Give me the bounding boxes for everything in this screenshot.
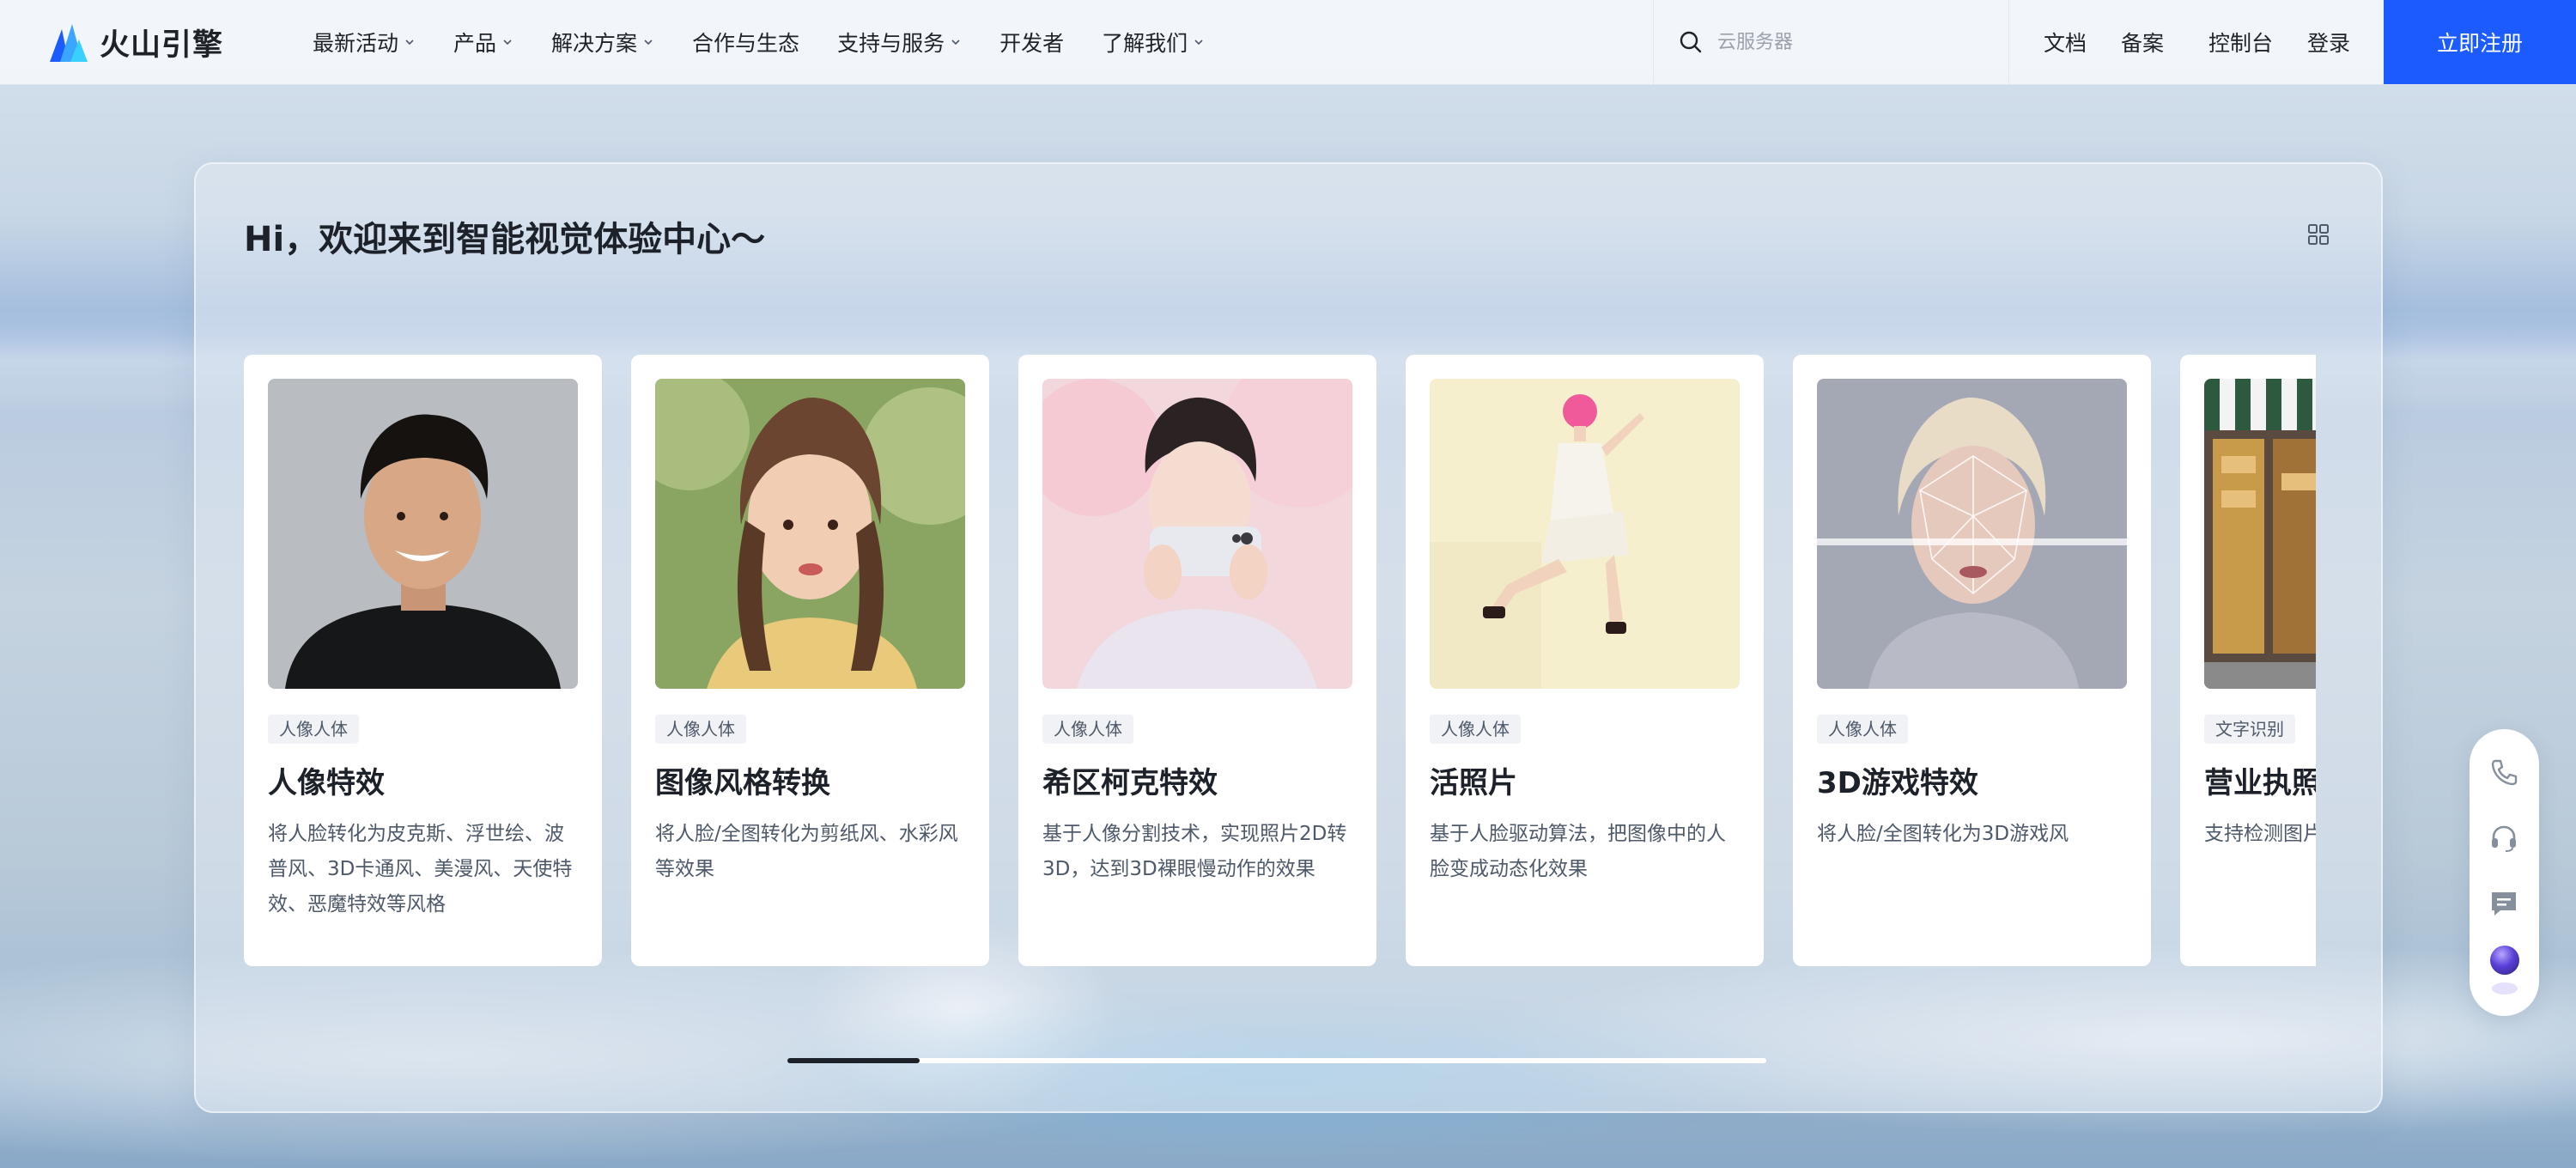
nav-item-developers[interactable]: 开发者	[999, 27, 1064, 58]
top-navigation-bar: 火山引擎 最新活动 产品 解决方案 合作与生态 支持与服务 开发者 了解我们 云…	[0, 0, 2576, 85]
phone-button[interactable]	[2487, 755, 2521, 789]
card-image	[1817, 379, 2127, 689]
card-description: 基于人脸驱动算法，把图像中的人脸变成动态化效果	[1430, 823, 1726, 880]
card-description: 将人脸/全图转化为剪纸风、水彩风等效果	[655, 823, 958, 880]
card-track: 人像人体 人像特效 将人脸转化为皮克斯、浮世绘、波普风、3D卡通风、美漫风、天使…	[244, 355, 2316, 966]
card-title: 3D游戏特效	[1817, 766, 1978, 800]
brand-logo[interactable]: 火山引擎	[48, 14, 223, 70]
message-button[interactable]	[2487, 886, 2521, 921]
nav-item-label: 开发者	[999, 31, 1065, 56]
card-carousel[interactable]: 人像人体 人像特效 将人脸转化为皮克斯、浮世绘、波普风、3D卡通风、美漫风、天使…	[244, 355, 2316, 966]
storefront-image	[2204, 379, 2316, 689]
nav-item-products[interactable]: 产品	[453, 27, 513, 58]
chevron-down-icon	[405, 40, 414, 46]
card-image	[268, 379, 578, 689]
card-description: 支持检测图片构化输出其上	[2204, 823, 2316, 845]
phone-icon	[2491, 759, 2518, 786]
portrait-smiling-man-image	[268, 379, 578, 689]
carousel-scrollbar[interactable]	[787, 1058, 1766, 1063]
card-image	[655, 379, 965, 689]
card-image	[1042, 379, 1352, 689]
vision-experience-panel: Hi，欢迎来到智能视觉体验中心～ 人像人体 人像特效 将人脸转化为皮克斯、浮世绘…	[194, 162, 2383, 1113]
nav-item-solutions[interactable]: 解决方案	[551, 27, 654, 58]
page-title: Hi，欢迎来到智能视觉体验中心～	[244, 220, 766, 259]
orb-reflection	[2492, 982, 2518, 995]
chevron-down-icon	[951, 40, 960, 46]
category-tag: 人像人体	[1817, 715, 1908, 744]
docs-link[interactable]: 文档	[2044, 27, 2087, 58]
message-icon	[2492, 892, 2516, 916]
portrait-woman-with-phone-image	[1042, 379, 1352, 689]
grid-icon[interactable]	[2306, 222, 2330, 246]
category-tag: 文字识别	[2204, 715, 2295, 744]
category-tag: 人像人体	[1430, 715, 1521, 744]
console-link[interactable]: 控制台	[2208, 27, 2273, 58]
feature-card-style-transfer[interactable]: 人像人体 图像风格转换 将人脸/全图转化为剪纸风、水彩风等效果	[631, 355, 989, 966]
nav-item-support[interactable]: 支持与服务	[837, 27, 962, 58]
category-tag: 人像人体	[268, 715, 359, 744]
nav-item-label: 支持与服务	[837, 31, 945, 56]
search-input[interactable]	[1717, 31, 2001, 53]
headset-icon	[2492, 825, 2516, 852]
brand-name: 火山引擎	[100, 27, 224, 63]
card-title: 人像特效	[268, 766, 385, 800]
feature-card-hitchcock-effect[interactable]: 人像人体 希区柯克特效 基于人像分割技术，实现照片2D转3D，达到3D裸眼慢动作…	[1018, 355, 1376, 966]
volcano-logo-icon	[50, 24, 88, 62]
card-image	[2204, 379, 2316, 689]
customer-service-button[interactable]	[2487, 821, 2521, 855]
signup-button[interactable]: 立即注册	[2384, 0, 2576, 84]
carousel-scroll-thumb[interactable]	[787, 1058, 920, 1063]
search-icon	[1680, 31, 1702, 53]
nav-item-label: 产品	[453, 31, 497, 56]
login-link[interactable]: 登录	[2307, 27, 2350, 58]
chevron-down-icon	[503, 40, 512, 46]
feature-card-live-photo[interactable]: 人像人体 活照片 基于人脸驱动算法，把图像中的人脸变成动态化效果	[1406, 355, 1764, 966]
nav-item-label: 了解我们	[1102, 31, 1188, 56]
assistant-orb-icon[interactable]	[2490, 946, 2519, 975]
search-box[interactable]	[1653, 0, 2009, 84]
card-title: 图像风格转换	[655, 766, 830, 800]
pink-hair-dancer-image	[1430, 379, 1740, 689]
header-links: 文档 备案 控制台 登录	[2044, 0, 2350, 84]
category-tag: 人像人体	[1042, 715, 1133, 744]
card-title: 营业执照	[2204, 766, 2316, 800]
card-title: 活照片	[1430, 766, 1517, 800]
card-title: 希区柯克特效	[1042, 766, 1218, 800]
nav-item-about[interactable]: 了解我们	[1102, 27, 1205, 58]
card-image	[1430, 379, 1740, 689]
nav-item-label: 最新活动	[313, 31, 399, 56]
face-mesh-scan-image	[1817, 379, 2127, 689]
feature-card-business-license[interactable]: 文字识别 营业执照 支持检测图片构化输出其上	[2180, 355, 2316, 966]
card-description: 将人脸转化为皮克斯、浮世绘、波普风、3D卡通风、美漫风、天使特效、恶魔特效等风格	[268, 823, 573, 916]
nav-item-label: 合作与生态	[692, 31, 800, 56]
nav-item-label: 解决方案	[551, 31, 638, 56]
portrait-braided-woman-image	[655, 379, 965, 689]
floating-contact-toolbar	[2470, 729, 2539, 1016]
category-tag: 人像人体	[655, 715, 746, 744]
card-description: 基于人像分割技术，实现照片2D转3D，达到3D裸眼慢动作的效果	[1042, 823, 1347, 880]
feature-card-portrait-effects[interactable]: 人像人体 人像特效 将人脸转化为皮克斯、浮世绘、波普风、3D卡通风、美漫风、天使…	[244, 355, 602, 966]
nav-item-partners[interactable]: 合作与生态	[692, 27, 799, 58]
chevron-down-icon	[644, 40, 653, 46]
filing-link[interactable]: 备案	[2121, 27, 2164, 58]
feature-card-3d-game-effect[interactable]: 人像人体 3D游戏特效 将人脸/全图转化为3D游戏风	[1793, 355, 2151, 966]
card-description: 将人脸/全图转化为3D游戏风	[1817, 823, 2069, 845]
nav-item-activities[interactable]: 最新活动	[313, 27, 416, 58]
main-nav: 最新活动 产品 解决方案 合作与生态 支持与服务 开发者 了解我们	[313, 0, 1242, 84]
chevron-down-icon	[1194, 40, 1203, 46]
